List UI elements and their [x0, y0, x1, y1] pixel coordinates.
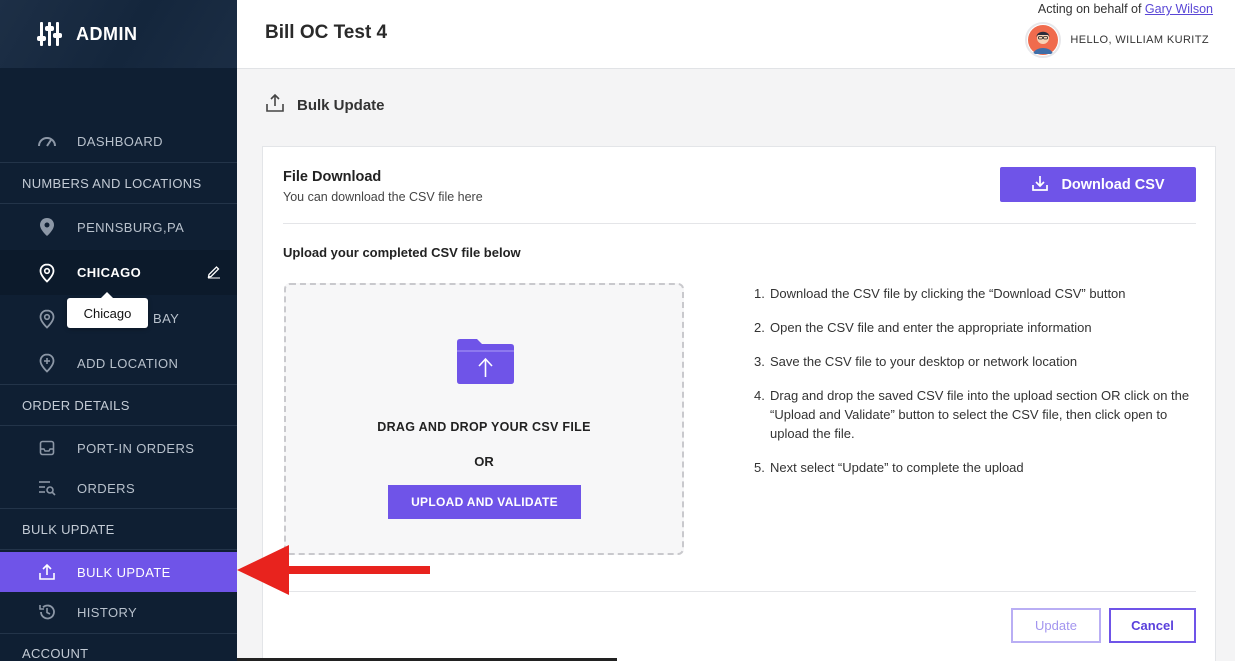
instruction-step: 2. Open the CSV file and enter the approp… — [754, 320, 1092, 335]
instruction-step: 1. Download the CSV file by clicking the … — [754, 286, 1126, 301]
sidebar-item-label: PENNSBURG,PA — [77, 219, 185, 235]
brand-name: ADMIN — [76, 23, 138, 44]
instruction-step: 5. Next select “Update” to complete the u… — [754, 460, 1024, 475]
section-bulk-update: BULK UPDATE — [0, 508, 237, 550]
avatar[interactable] — [1025, 22, 1061, 58]
download-csv-button[interactable]: Download CSV — [1000, 167, 1196, 202]
acting-prefix: Acting on behalf of — [1037, 2, 1142, 16]
sidebar-item-label: PORT-IN ORDERS — [77, 440, 195, 456]
sidebar-item-label: CHICAGO — [77, 265, 142, 280]
download-icon — [1031, 174, 1049, 196]
sidebar-item-label: BULK UPDATE — [77, 564, 171, 580]
top-header: Bill OC Test 4 Acting on behalf of Gary … — [237, 0, 1235, 69]
sidebar-header: ADMIN — [0, 0, 237, 68]
upload-validate-button[interactable]: UPLOAD AND VALIDATE — [388, 485, 581, 519]
cancel-button[interactable]: Cancel — [1109, 608, 1196, 643]
sidebar-item-label: BAY — [153, 311, 180, 326]
add-location-icon — [37, 353, 57, 373]
file-download-subtitle: You can download the CSV file here — [283, 190, 483, 204]
page-title: Bill OC Test 4 — [265, 22, 388, 43]
instructions-list: 1. Download the CSV file by clicking the … — [754, 284, 1204, 492]
upload-icon — [265, 93, 285, 117]
inbox-icon — [37, 438, 57, 458]
sidebar: ADMIN DASHBOARD NUMBERS AND LOCATIONS PE… — [0, 0, 237, 661]
dropzone-text: DRAG AND DROP YOUR CSV FILE — [377, 420, 591, 434]
sidebar-item-label: ADD LOCATION — [77, 355, 179, 371]
user-greeting[interactable]: HELLO, WILLIAM KURITZ — [1070, 34, 1209, 46]
list-search-icon — [37, 478, 57, 498]
sidebar-item-bulk-update[interactable]: BULK UPDATE — [0, 552, 237, 592]
file-download-title: File Download — [283, 169, 382, 185]
location-tooltip: Chicago — [67, 292, 148, 328]
upload-icon — [37, 562, 57, 582]
edit-pencil-icon[interactable] — [207, 264, 221, 281]
sidebar-item-orders[interactable]: ORDERS — [0, 468, 237, 508]
folder-upload-icon — [457, 339, 514, 389]
acting-user-link[interactable]: Gary Wilson — [1145, 2, 1213, 16]
sidebar-item-label: ORDERS — [77, 480, 136, 496]
sidebar-item-label: HISTORY — [77, 604, 138, 620]
csv-dropzone[interactable]: DRAG AND DROP YOUR CSV FILE OR UPLOAD AN… — [284, 283, 684, 555]
map-pin-icon — [37, 217, 57, 237]
sidebar-item-add-location[interactable]: ADD LOCATION — [0, 342, 237, 384]
update-button[interactable]: Update — [1011, 608, 1101, 643]
upload-title: Upload your completed CSV file below — [283, 245, 521, 260]
divider — [283, 223, 1196, 224]
map-pin-outline-icon — [37, 309, 57, 329]
sidebar-item-location-chicago[interactable]: CHICAGO — [0, 250, 237, 295]
instruction-step: 3. Save the CSV file to your desktop or n… — [754, 354, 1078, 369]
sidebar-item-dashboard[interactable]: DASHBOARD — [0, 121, 237, 161]
instruction-step: 4. Drag and drop the saved CSV file into … — [754, 388, 1190, 441]
annotation-arrow-icon — [237, 545, 430, 595]
download-csv-label: Download CSV — [1061, 176, 1165, 193]
sidebar-item-label: DASHBOARD — [77, 133, 163, 149]
dropzone-or: OR — [474, 454, 494, 469]
section-account: ACCOUNT — [0, 633, 237, 661]
sidebar-item-history[interactable]: HISTORY — [0, 592, 237, 632]
sidebar-item-location-pennsburg[interactable]: PENNSBURG,PA — [0, 206, 237, 248]
map-pin-outline-icon — [37, 263, 57, 283]
history-icon — [37, 602, 57, 622]
section-title: Bulk Update — [265, 93, 385, 117]
section-numbers-locations: NUMBERS AND LOCATIONS — [0, 162, 237, 204]
gauge-icon — [37, 131, 57, 151]
section-title-label: Bulk Update — [297, 96, 385, 114]
section-order-details: ORDER DETAILS — [0, 384, 237, 426]
sidebar-item-port-in-orders[interactable]: PORT-IN ORDERS — [0, 428, 237, 468]
acting-on-behalf: Acting on behalf of Gary Wilson — [1038, 2, 1213, 16]
sliders-logo-icon — [37, 21, 64, 47]
